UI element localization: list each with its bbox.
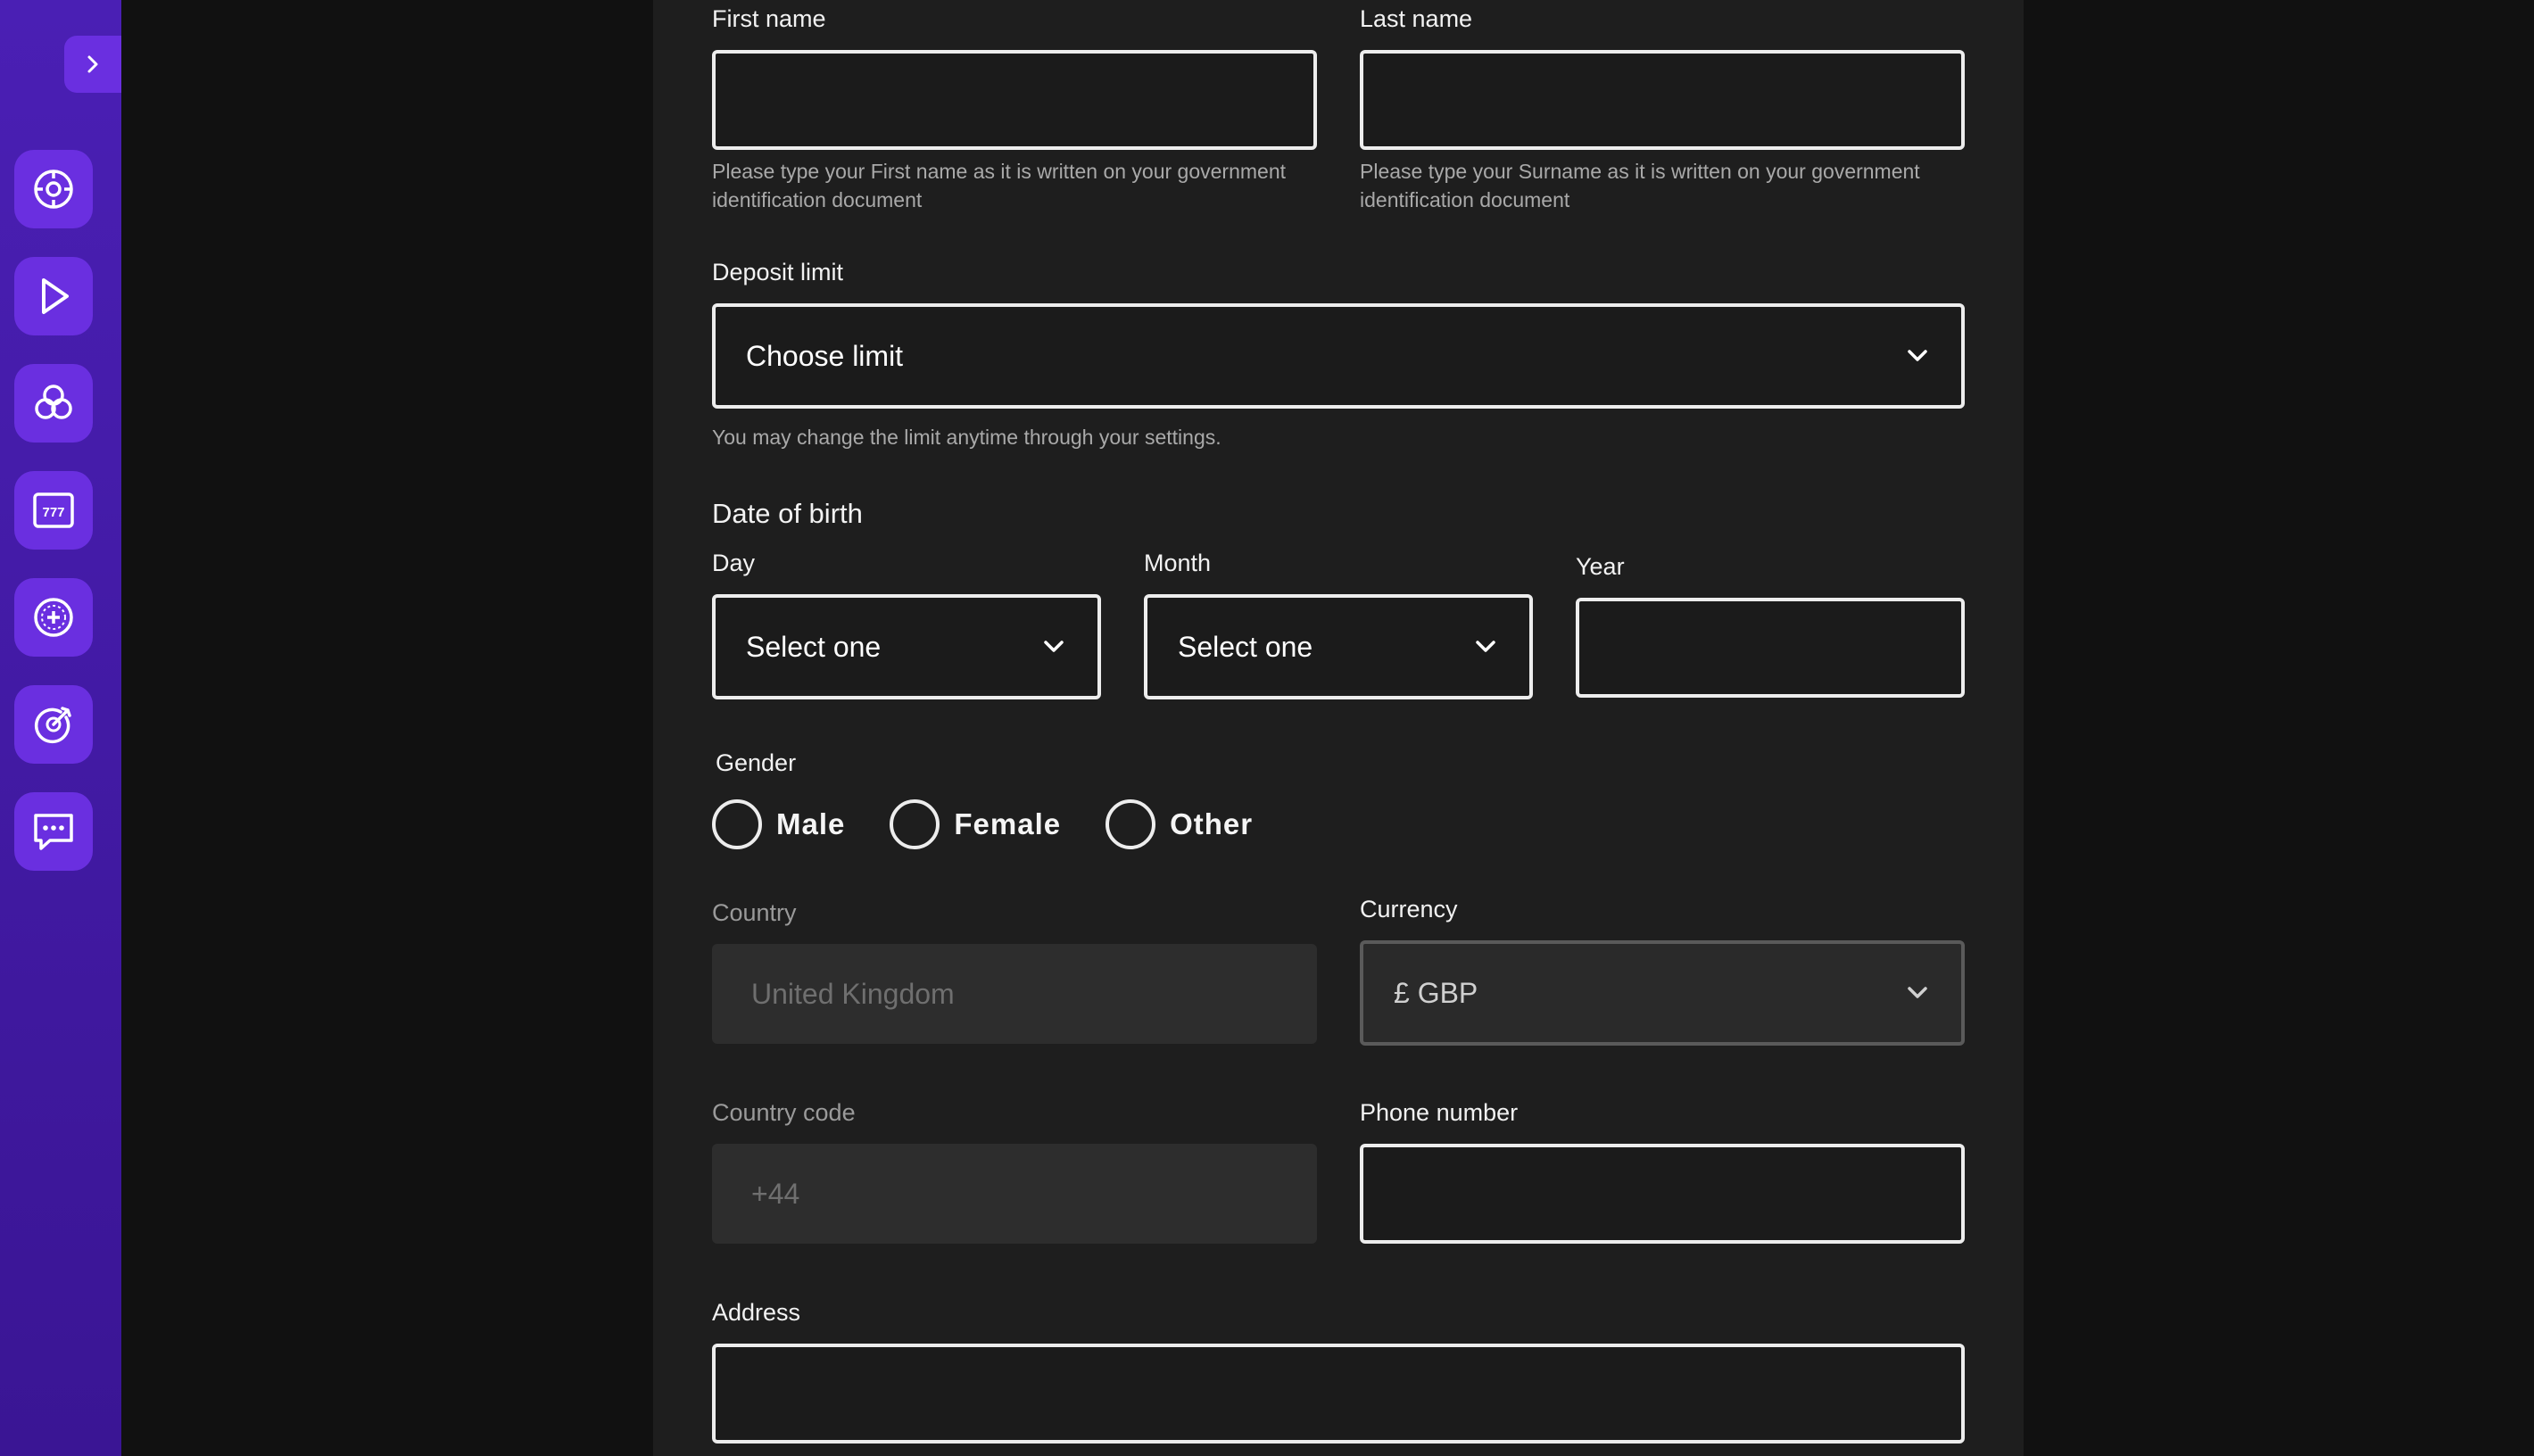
radio-circle[interactable] xyxy=(1106,799,1156,849)
nav-item-sports[interactable] xyxy=(14,685,93,764)
month-select[interactable]: Select one xyxy=(1144,594,1533,699)
last-name-hint: Please type your Surname as it is writte… xyxy=(1360,160,1920,211)
address-input[interactable] xyxy=(716,1347,1961,1440)
currency-value: £ GBP xyxy=(1394,976,1478,1009)
day-value: Select one xyxy=(746,630,882,663)
day-select[interactable]: Select one xyxy=(712,594,1101,699)
gender-option-label: Other xyxy=(1170,807,1254,840)
gender-option-label: Male xyxy=(776,807,846,840)
currency-label: Currency xyxy=(1360,896,1458,922)
gender-option-male[interactable]: Male xyxy=(712,799,845,849)
last-name-input[interactable] xyxy=(1363,54,1961,146)
country-input xyxy=(712,944,1317,1044)
play-icon xyxy=(42,278,69,314)
first-name-input[interactable] xyxy=(716,54,1313,146)
day-label: Day xyxy=(712,550,756,576)
nav-item-roulette[interactable] xyxy=(14,150,93,228)
first-name-hint: Please type your First name as it is wri… xyxy=(712,160,1287,211)
gender-option-label: Female xyxy=(954,807,1062,840)
gender-option-other[interactable]: Other xyxy=(1106,799,1253,849)
currency-select[interactable]: £ GBP xyxy=(1360,940,1965,1046)
address-label: Address xyxy=(712,1299,801,1326)
chat-bubble-icon xyxy=(34,814,73,850)
nav-item-table-games[interactable] xyxy=(14,578,93,657)
slot-machine-icon: 777 xyxy=(33,492,74,528)
last-name-label: Last name xyxy=(1360,5,1473,32)
gender-label: Gender xyxy=(716,749,797,776)
sidebar: 777 xyxy=(0,0,121,1456)
country-label: Country xyxy=(712,899,797,926)
radio-circle[interactable] xyxy=(712,799,762,849)
gender-option-female[interactable]: Female xyxy=(890,799,1061,849)
deposit-limit-hint: You may change the limit anytime through… xyxy=(712,426,1221,449)
last-name-field[interactable] xyxy=(1360,50,1965,150)
first-name-label: First name xyxy=(712,5,826,32)
svg-text:777: 777 xyxy=(42,505,64,520)
chevron-down-icon xyxy=(1476,641,1495,652)
phone-number-field[interactable] xyxy=(1360,1144,1965,1244)
address-field[interactable] xyxy=(712,1344,1965,1444)
nav-item-slots[interactable]: 777 xyxy=(14,471,93,550)
year-field[interactable] xyxy=(1576,598,1965,698)
phone-number-input[interactable] xyxy=(1363,1147,1961,1240)
deposit-limit-value: Choose limit xyxy=(746,339,904,372)
chevron-right-icon xyxy=(87,55,98,73)
country-field xyxy=(712,944,1317,1044)
registration-page: 777 First name Please type your First na… xyxy=(0,0,2534,1456)
year-label: Year xyxy=(1576,553,1625,580)
month-label: Month xyxy=(1144,550,1212,576)
sidebar-expand-button[interactable] xyxy=(64,36,121,93)
chevron-down-icon xyxy=(1044,641,1064,652)
country-code-field xyxy=(712,1144,1317,1244)
first-name-field[interactable] xyxy=(712,50,1317,150)
deposit-limit-select[interactable]: Choose limit xyxy=(712,303,1965,409)
registration-form: First name Please type your First name a… xyxy=(653,0,2024,1456)
roulette-wheel-icon xyxy=(34,170,73,209)
nav-item-chat[interactable] xyxy=(14,792,93,871)
radio-circle[interactable] xyxy=(890,799,940,849)
gender-radio-group: Male Female Other xyxy=(712,799,1297,849)
year-input[interactable] xyxy=(1579,601,1961,694)
chevron-down-icon xyxy=(1908,350,1927,361)
country-code-input xyxy=(712,1144,1317,1244)
country-code-label: Country code xyxy=(712,1099,856,1126)
chevron-down-icon xyxy=(1908,987,1927,998)
nav-item-live[interactable] xyxy=(14,257,93,335)
month-value: Select one xyxy=(1178,630,1313,663)
chip-icon xyxy=(34,598,73,637)
phone-number-label: Phone number xyxy=(1360,1099,1519,1126)
nav-item-featured[interactable] xyxy=(14,364,93,443)
dart-target-icon xyxy=(34,707,71,744)
deposit-limit-label: Deposit limit xyxy=(712,259,844,285)
date-of-birth-heading: Date of birth xyxy=(712,498,863,529)
trefoil-icon xyxy=(35,385,72,419)
